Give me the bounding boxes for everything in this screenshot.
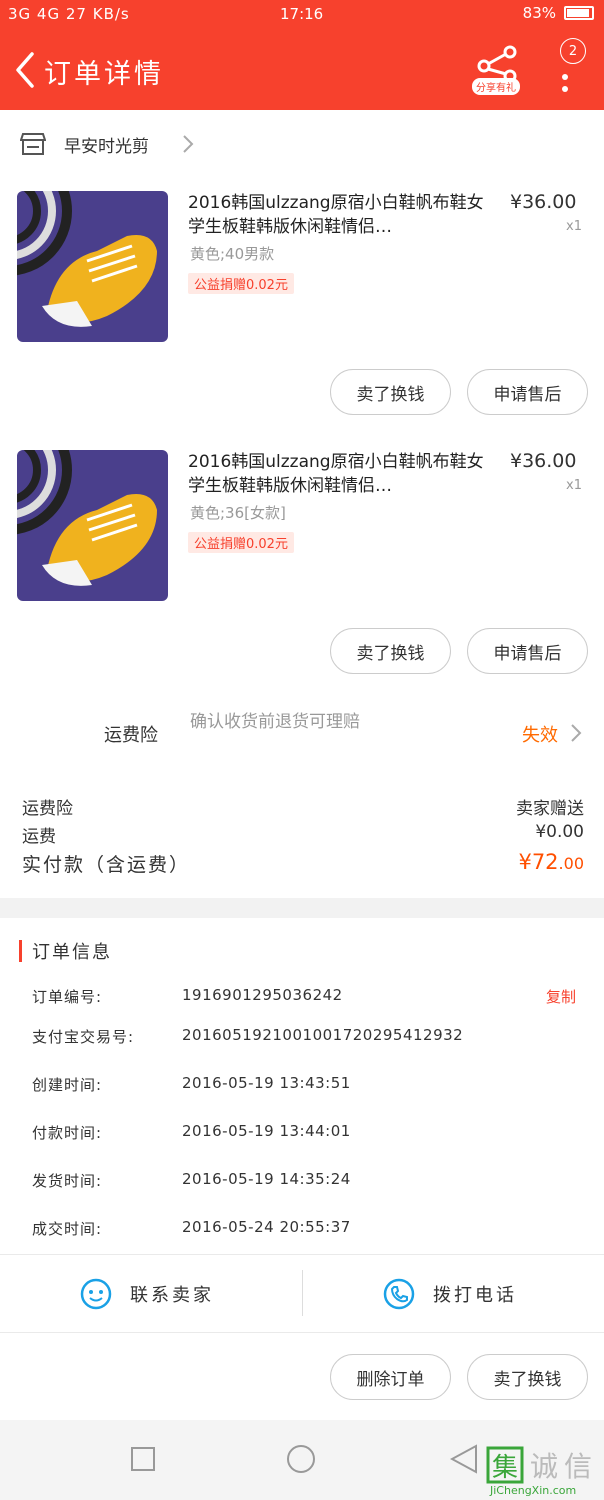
- share-reward-label[interactable]: 分享有礼: [472, 78, 520, 95]
- order-info-header: 订单信息: [0, 930, 604, 970]
- product-spec: 黄色;36[女款]: [190, 504, 286, 522]
- charity-tag: 公益捐赠0.02元: [188, 273, 294, 294]
- product-quantity: x1: [566, 478, 582, 493]
- copy-button[interactable]: 复制: [546, 986, 576, 1007]
- section-gap: [0, 898, 604, 918]
- after-sales-button[interactable]: 申请售后: [467, 369, 588, 415]
- battery-icon: [564, 6, 594, 20]
- notification-badge[interactable]: 2: [560, 38, 586, 64]
- contact-seller-button[interactable]: 联系卖家: [80, 1256, 382, 1332]
- charity-tag: 公益捐赠0.02元: [188, 532, 294, 553]
- sell-button[interactable]: 卖了换钱: [467, 1354, 588, 1400]
- product-price: ¥36.00: [510, 450, 577, 472]
- watermark-url: JiChengXin.com: [490, 1484, 577, 1497]
- back-arrow-icon[interactable]: [12, 50, 40, 90]
- phone-icon: [383, 1278, 415, 1310]
- total-amount: ¥72.00: [518, 850, 584, 874]
- summary-shipping-row: 运费 ¥0.00: [22, 822, 584, 847]
- product-price: ¥36.00: [510, 191, 577, 213]
- product-quantity: x1: [566, 219, 582, 234]
- product-thumbnail[interactable]: [17, 450, 168, 601]
- product-title[interactable]: 2016韩国ulzzang原宿小白鞋帆布鞋女学生板鞋韩版休闲鞋情侣…: [188, 191, 500, 239]
- bottom-action-bar: 删除订单 卖了换钱: [0, 1334, 604, 1420]
- svg-text:诚: 诚: [530, 1450, 558, 1483]
- page-title: 订单详情: [44, 59, 164, 90]
- sell-button[interactable]: 卖了换钱: [330, 628, 451, 674]
- delete-order-button[interactable]: 删除订单: [330, 1354, 451, 1400]
- insurance-description: 确认收货前退货可理赔: [190, 712, 360, 732]
- summary-total-row: 实付款（含运费） ¥72.00: [22, 850, 584, 880]
- recent-apps-icon[interactable]: [130, 1446, 156, 1472]
- svg-text:集: 集: [492, 1453, 518, 1483]
- shop-row[interactable]: 早安时光剪: [0, 120, 604, 170]
- status-bar: 3G 4G 27 KB/s 17:16 83%: [0, 0, 604, 30]
- back-icon[interactable]: [450, 1444, 478, 1474]
- chevron-right-icon: [183, 135, 194, 153]
- nav-bar: 订单详情 分享有礼 2: [0, 30, 604, 110]
- network-speed: 3G 4G 27 KB/s: [8, 5, 130, 23]
- home-icon[interactable]: [286, 1444, 316, 1474]
- shipping-insurance-row[interactable]: 运费险 确认收货前退货可理赔 失效: [0, 705, 604, 765]
- product-spec: 黄色;40男款: [190, 245, 275, 263]
- sell-button[interactable]: 卖了换钱: [330, 369, 451, 415]
- shop-name: 早安时光剪: [64, 137, 149, 157]
- order-info-title: 订单信息: [32, 942, 112, 963]
- chat-bubble-icon: [80, 1278, 112, 1310]
- summary-insurance-row: 运费险 卖家赠送: [22, 799, 584, 819]
- order-item[interactable]: 2016韩国ulzzang原宿小白鞋帆布鞋女学生板鞋韩版休闲鞋情侣… ¥36.0…: [0, 450, 604, 690]
- insurance-status: 失效: [522, 725, 558, 746]
- clock: 17:16: [280, 5, 324, 23]
- product-thumbnail[interactable]: [17, 191, 168, 342]
- watermark-logo: 集 诚 信: [486, 1446, 596, 1488]
- battery-percent: 83%: [522, 4, 556, 22]
- after-sales-button[interactable]: 申请售后: [467, 628, 588, 674]
- chevron-right-icon: [571, 724, 582, 742]
- svg-text:信: 信: [564, 1450, 592, 1483]
- insurance-label: 运费险: [104, 725, 158, 746]
- more-menu-icon[interactable]: [562, 74, 568, 80]
- product-title[interactable]: 2016韩国ulzzang原宿小白鞋帆布鞋女学生板鞋韩版休闲鞋情侣…: [188, 450, 500, 498]
- total-label: 实付款（含运费）: [22, 854, 191, 876]
- call-phone-button[interactable]: 拨打电话: [383, 1256, 604, 1332]
- order-item[interactable]: 2016韩国ulzzang原宿小白鞋帆布鞋女学生板鞋韩版休闲鞋情侣… ¥36.0…: [0, 191, 604, 431]
- shop-icon: [20, 133, 46, 155]
